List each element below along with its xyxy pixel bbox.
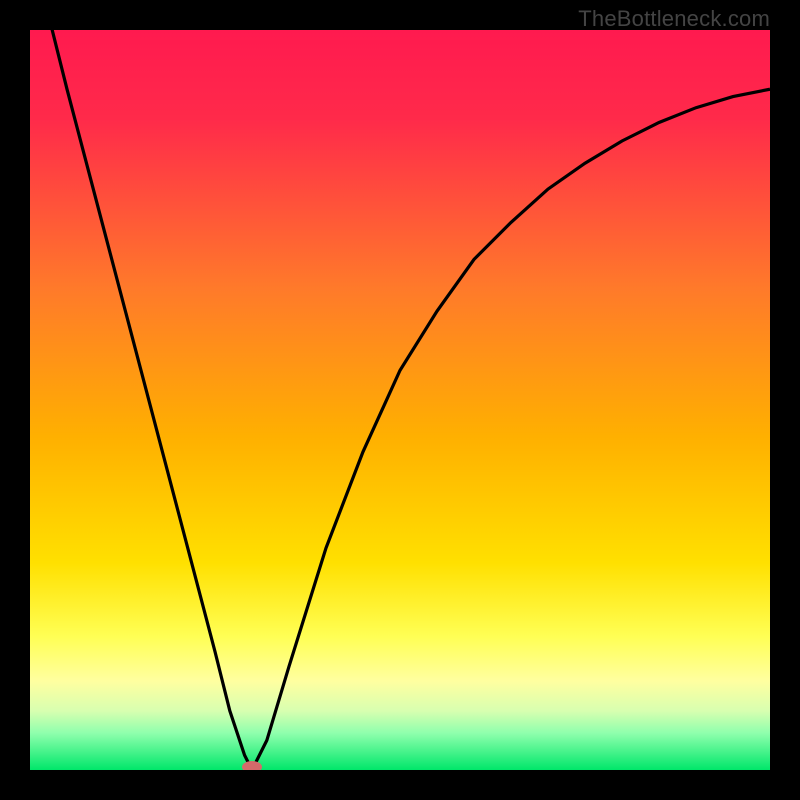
watermark-text: TheBottleneck.com: [578, 6, 770, 32]
curve-line: [30, 30, 770, 770]
min-marker: [242, 761, 262, 770]
chart-frame: TheBottleneck.com: [0, 0, 800, 800]
bottleneck-curve: [30, 30, 770, 770]
plot-area: [30, 30, 770, 770]
